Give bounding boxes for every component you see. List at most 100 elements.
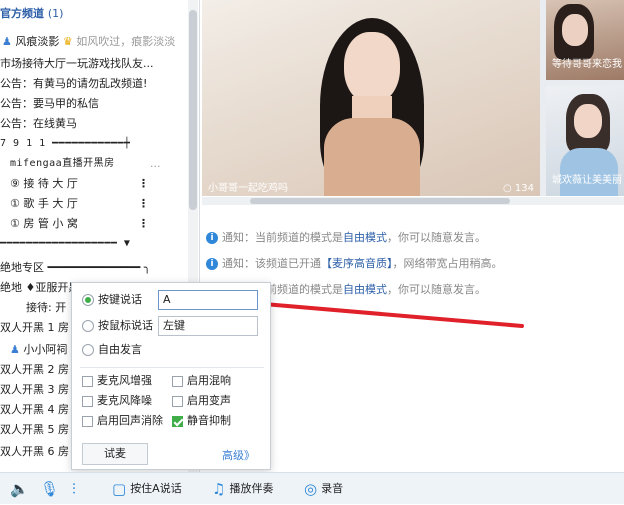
tree-row-lobby[interactable]: 市场接待大厅一玩游戏找队友... <box>0 54 154 74</box>
notice-row: i 通知：该频道已开通【麦序高音质】，网络带宽占用稍高。 <box>202 254 624 280</box>
thumbnail-video-1[interactable]: 等待哥哥来恋我 <box>546 0 624 80</box>
checkbox-voice-change[interactable]: 启用变声 <box>172 393 231 409</box>
voice-settings-popup: 按键说话 A 按鼠标说话 左键 自由发言 麦克风增强 启用混响 麦克风降噪 启用… <box>71 282 271 470</box>
viewer-count: ○ 134 <box>503 183 534 194</box>
user-status: 如风吹过，痕影淡淡 <box>76 35 176 48</box>
user-name: 风痕淡影 <box>15 35 60 48</box>
checkbox-reverb[interactable]: 启用混响 <box>172 373 231 389</box>
thumb2-caption: 城欢薇让美美丽 <box>552 175 622 186</box>
thumb-face-shape <box>562 14 588 46</box>
channel-title: 官方频道 <box>0 7 44 20</box>
info-icon: i <box>206 232 218 244</box>
notice-text: 通知：当前频道的模式是 <box>222 231 343 244</box>
radio-label: 按鼠标说话 <box>98 319 153 332</box>
tree-row-reception-2[interactable]: 接待: 开 <box>26 298 66 318</box>
user-row[interactable]: ♟ 风痕淡影 ♛ 如风吹过，痕影淡淡 <box>2 32 175 52</box>
radio-press-key[interactable]: 按键说话 <box>82 291 142 309</box>
checkbox-label: 启用回声消除 <box>97 414 163 427</box>
checkbox-label: 静音抑制 <box>187 414 231 427</box>
video-area: 小哥哥一起吃鸡吗 ○ 134 等待哥哥来恋我 城欢薇让美美丽 <box>202 0 624 196</box>
checkbox-noise-reduction[interactable]: 麦克风降噪 <box>82 393 152 409</box>
tree-row-pubg-zone[interactable]: 绝地专区 ━━━━━━━━━━━━━━ ╮ <box>0 258 150 278</box>
channel-title-row[interactable]: 官方频道 (1) <box>0 4 63 24</box>
speaker-button[interactable]: 🔈 <box>10 473 33 505</box>
tree-row-notice-2[interactable]: 公告：要马甲的私信 <box>0 94 99 114</box>
checkbox-icon <box>172 375 183 387</box>
row-menu-icon[interactable]: ⋮ <box>138 174 149 194</box>
tree-row-notice-3[interactable]: 公告：在线黄马 <box>0 114 77 134</box>
tree-row-duo-2[interactable]: 双人开黑 2 房 <box>0 360 69 380</box>
notice-row: i 通知：当前频道的模式是自由模式，你可以随意发言。 <box>202 228 624 254</box>
tree-row-divider-7911[interactable]: 7 9 1 1 ━━━━━━━━━━━┿ <box>0 134 130 154</box>
equalizer-icon: ⫶ <box>72 480 76 498</box>
user-icon: ♟ <box>10 343 20 356</box>
radio-press-mouse[interactable]: 按鼠标说话 <box>82 317 153 335</box>
play-music-label: 播放伴奏 <box>229 482 274 495</box>
tree-row-singer[interactable]: ① 歌 手 大 厅 <box>10 194 78 214</box>
radio-unchecked-icon <box>82 344 94 356</box>
square-icon: ▢ <box>112 480 127 498</box>
tree-scrollbar-thumb[interactable] <box>189 10 197 210</box>
press-a-label: 按住A说话 <box>130 482 182 495</box>
popup-divider <box>80 367 264 368</box>
test-mic-button[interactable]: 试麦 <box>82 443 148 465</box>
microphone-icon: 🎙 <box>40 480 60 498</box>
notice-text: 通知：该频道已开通 <box>222 257 321 270</box>
arrow-shaft <box>262 302 524 328</box>
speaker-icon: 🔈 <box>10 480 29 498</box>
tree-row-duo-1[interactable]: 双人开黑 1 房 <box>0 318 69 338</box>
tree-row-duo-5[interactable]: 双人开黑 5 房 <box>0 420 69 440</box>
checkbox-icon <box>82 415 93 427</box>
member-name: 小小阿祠 <box>23 343 68 356</box>
info-icon: i <box>206 258 218 270</box>
tree-row-asia[interactable]: 绝地 ♦亚服开黑 <box>0 278 79 298</box>
record-icon: ◎ <box>304 480 318 498</box>
press-a-talk-button[interactable]: ▢ 按住A说话 <box>112 473 182 505</box>
row-menu-icon[interactable]: ⋮ <box>138 214 149 234</box>
notice-text: ，网络带宽占用稍高。 <box>392 257 503 270</box>
checkbox-icon <box>82 375 93 387</box>
play-music-button[interactable]: ♫ 播放伴奏 <box>212 473 273 505</box>
record-button[interactable]: ◎ 录音 <box>304 473 343 505</box>
face-shape <box>344 32 400 104</box>
checkbox-mute-suppress[interactable]: 静音抑制 <box>172 413 231 429</box>
more-dots[interactable]: ... <box>150 154 161 174</box>
notice-highlight: 自由模式 <box>343 231 387 244</box>
mouse-binding-input[interactable]: 左键 <box>158 316 258 336</box>
channel-count: (1) <box>47 7 64 20</box>
microphone-button[interactable]: 🎙 <box>40 473 63 505</box>
radio-free-speak[interactable]: 自由发言 <box>82 341 142 359</box>
key-binding-input[interactable]: A <box>158 290 258 310</box>
tree-row-duo-3[interactable]: 双人开黑 3 房 <box>0 380 69 400</box>
row-menu-icon[interactable]: ⋮ <box>138 194 149 214</box>
tree-row-duo-6[interactable]: 双人开黑 6 房 <box>0 442 69 462</box>
thumb-face-shape <box>574 104 602 138</box>
tree-row-reception[interactable]: ⑨ 接 待 大 厅 <box>10 174 78 194</box>
checkbox-label: 麦克风增强 <box>97 374 152 387</box>
checkbox-echo-cancel[interactable]: 启用回声消除 <box>82 413 163 429</box>
tree-row-user-xiaoxiao[interactable]: ♟ 小小阿祠 <box>10 340 67 360</box>
red-arrow-annotation <box>250 292 524 328</box>
thumb1-caption: 等待哥哥来恋我 <box>552 59 622 70</box>
video-hscroll-thumb[interactable] <box>250 198 510 204</box>
radio-label: 自由发言 <box>98 343 142 356</box>
tree-row-notice-1[interactable]: 公告：有黄马的请勿乱改频道! <box>0 74 147 94</box>
main-video[interactable]: 小哥哥一起吃鸡吗 ○ 134 <box>202 0 540 196</box>
checkbox-icon <box>82 395 93 407</box>
checkbox-mic-boost[interactable]: 麦克风增强 <box>82 373 152 389</box>
crown-icon: ♛ <box>62 35 73 48</box>
checkbox-checked-icon <box>172 415 183 427</box>
tree-row-live-room[interactable]: mifengaa直播开黑房 <box>10 154 115 174</box>
user-icon: ♟ <box>2 35 12 48</box>
tree-row-divider-2[interactable]: ━━━━━━━━━━━━━━━━━━ ▼ <box>0 234 130 254</box>
advanced-link[interactable]: 高级》 <box>222 447 255 463</box>
tree-row-duo-4[interactable]: 双人开黑 4 房 <box>0 400 69 420</box>
radio-checked-icon <box>82 294 94 306</box>
top-shape <box>324 118 420 196</box>
thumbnail-video-2[interactable]: 城欢薇让美美丽 <box>546 86 624 196</box>
radio-unchecked-icon <box>82 320 94 332</box>
tree-row-admin[interactable]: ① 房 管 小 窝 <box>10 214 78 234</box>
checkbox-label: 启用变声 <box>187 394 231 407</box>
equalizer-button[interactable]: ⫶ <box>72 473 80 505</box>
checkbox-icon <box>172 395 183 407</box>
